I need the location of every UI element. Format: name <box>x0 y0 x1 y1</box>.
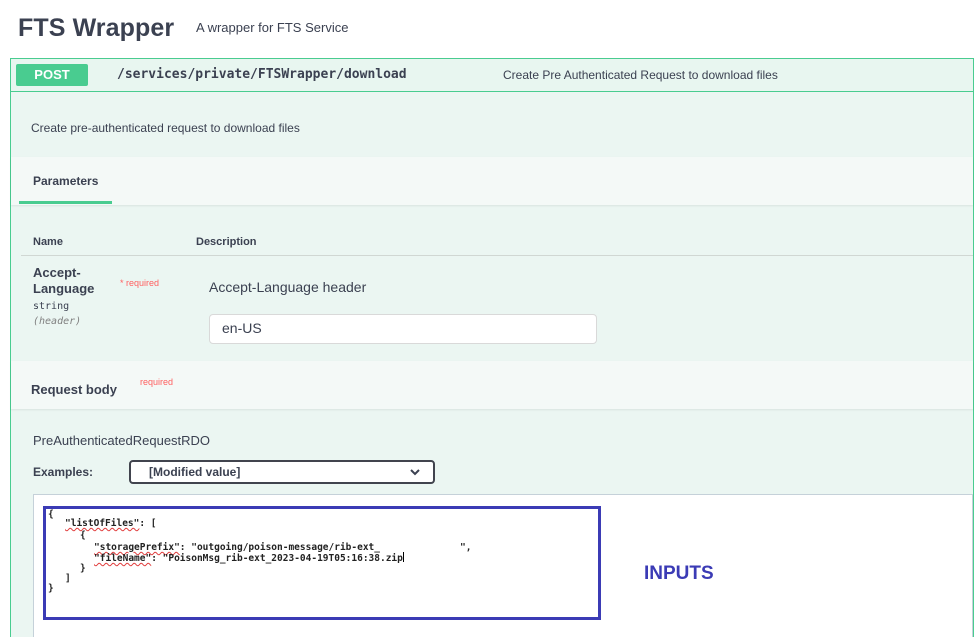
json-key: "listOfFiles" <box>65 518 140 529</box>
method-badge-post[interactable]: POST <box>16 64 88 86</box>
column-header-description: Description <box>196 236 257 248</box>
operation-description: Create pre-authenticated request to down… <box>31 121 300 135</box>
swagger-page: FTS Wrapper A wrapper for FTS Service PO… <box>0 0 974 637</box>
json-text: ", <box>459 542 472 553</box>
parameter-name-line2: Language <box>33 281 95 296</box>
inputs-annotation: INPUTS <box>644 563 714 584</box>
parameter-type: string <box>33 301 70 312</box>
divider <box>21 255 973 256</box>
tab-parameters[interactable]: Parameters <box>19 157 113 204</box>
parameter-name: Accept- Language <box>33 265 94 297</box>
required-mark: * required <box>120 278 160 288</box>
text-cursor <box>402 552 404 562</box>
accept-language-input[interactable]: en-US <box>209 314 597 344</box>
json-text: : "PoisonMsg_rib-ext_2023-04-19T05:16:38… <box>151 553 403 564</box>
request-body-editor[interactable]: { "listOfFiles": [ { "storagePrefix": "o… <box>33 494 973 637</box>
operation-path[interactable]: /services/private/FTSWrapper/download <box>117 67 407 82</box>
redacted-area <box>379 542 460 550</box>
examples-select[interactable]: [Modified value] <box>129 460 435 484</box>
json-text: : [ <box>139 518 157 529</box>
operation-summary[interactable]: POST /services/private/FTSWrapper/downlo… <box>11 59 973 92</box>
parameter-description: Accept-Language header <box>209 279 367 295</box>
json-line: ] <box>65 573 71 584</box>
examples-selected-value: [Modified value] <box>149 465 241 479</box>
operation-summary-text: Create Pre Authenticated Request to down… <box>503 68 778 82</box>
json-line: } <box>48 583 54 594</box>
page-title: FTS Wrapper <box>18 14 175 42</box>
json-line: { <box>48 509 54 520</box>
json-key: "fileName" <box>94 553 152 564</box>
json-line: { <box>80 530 86 541</box>
parameter-name-line1: Accept- <box>33 265 81 280</box>
json-line: "fileName": "PoisonMsg_rib-ext_2023-04-1… <box>94 552 404 564</box>
examples-label: Examples: <box>33 465 94 479</box>
operation-block: POST /services/private/FTSWrapper/downlo… <box>10 58 974 637</box>
json-line: "listOfFiles": [ <box>65 518 157 529</box>
highlight-box: { "listOfFiles": [ { "storagePrefix": "o… <box>43 506 601 620</box>
parameters-header: Parameters <box>11 157 973 205</box>
request-body-title: Request body <box>31 382 117 397</box>
schema-name: PreAuthenticatedRequestRDO <box>33 433 211 448</box>
chevron-down-icon <box>410 469 420 476</box>
api-header: FTS Wrapper A wrapper for FTS Service <box>0 0 974 58</box>
request-body-header: Request body required <box>11 361 973 409</box>
json-line: } <box>80 563 86 574</box>
parameter-location: (header) <box>33 316 82 327</box>
page-subtitle: A wrapper for FTS Service <box>196 20 349 35</box>
request-body-required-mark: required <box>140 377 174 387</box>
column-header-name: Name <box>33 236 63 248</box>
